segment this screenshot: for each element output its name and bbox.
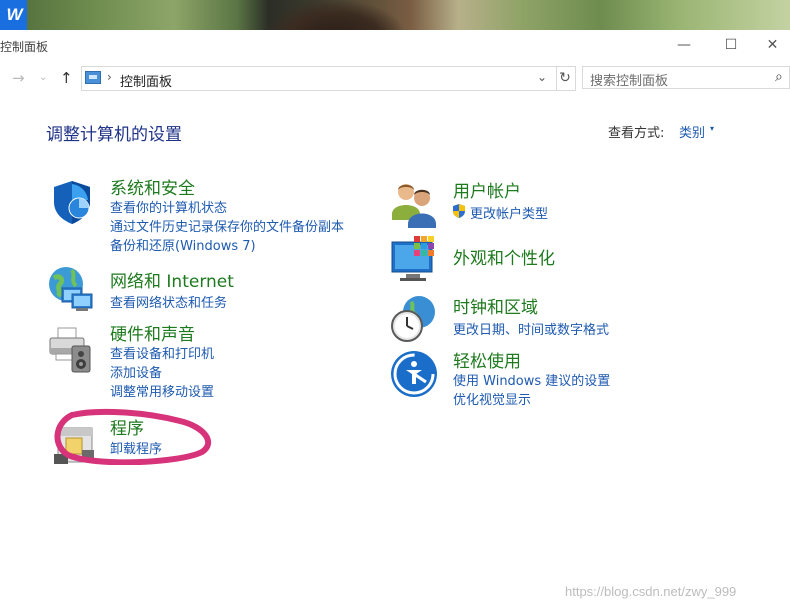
category-title-user-accounts[interactable]: 用户帐户 (453, 177, 521, 202)
link-optimize-visual-display[interactable]: 优化视觉显示 (453, 389, 531, 408)
address-bar[interactable]: › 控制面板 ⌄ (81, 66, 557, 91)
ease-of-access-icon[interactable] (390, 350, 438, 398)
screen: W 控制面板 — ☐ ✕ → ⌄ ↑ › 控制面板 ⌄ ↻ 搜索控制面板 ⌕ 调… (0, 0, 790, 609)
link-change-date-time-format[interactable]: 更改日期、时间或数字格式 (453, 319, 609, 338)
close-button[interactable]: ✕ (755, 30, 790, 61)
search-placeholder: 搜索控制面板 (590, 74, 669, 89)
category-title-system-security[interactable]: 系统和安全 (110, 174, 195, 199)
link-devices-printers[interactable]: 查看设备和打印机 (110, 343, 214, 362)
link-mobility-settings[interactable]: 调整常用移动设置 (110, 381, 214, 400)
link-network-status[interactable]: 查看网络状态和任务 (110, 292, 227, 311)
search-icon[interactable]: ⌕ (775, 69, 783, 85)
link-windows-recommended-settings[interactable]: 使用 Windows 建议的设置 (453, 370, 610, 389)
printer-speaker-icon[interactable] (48, 326, 96, 374)
search-input[interactable]: 搜索控制面板 ⌕ (582, 66, 790, 89)
link-file-history-backup[interactable]: 通过文件历史记录保存你的文件备份副本 (110, 216, 344, 235)
forward-arrow-icon[interactable]: → (12, 69, 25, 87)
control-panel-icon (85, 71, 101, 84)
breadcrumb-control-panel[interactable]: 控制面板 (120, 71, 172, 90)
watermark: https://blog.csdn.net/zwy_999 (565, 584, 737, 599)
category-title-hardware-sound[interactable]: 硬件和声音 (110, 320, 195, 345)
wps-logo-icon[interactable]: W (0, 0, 27, 30)
address-dropdown-icon[interactable]: ⌄ (537, 70, 547, 84)
view-by-dropdown[interactable]: 类别 (679, 122, 705, 141)
link-view-computer-status[interactable]: 查看你的计算机状态 (110, 197, 227, 216)
category-title-ease-of-access[interactable]: 轻松使用 (453, 347, 521, 372)
up-arrow-icon[interactable]: ↑ (60, 69, 73, 87)
users-icon[interactable] (390, 180, 438, 228)
view-by-caret-icon[interactable]: ▾ (710, 124, 714, 133)
network-globe-icon[interactable] (46, 264, 94, 312)
refresh-button[interactable]: ↻ (555, 66, 576, 91)
clock-globe-icon[interactable] (389, 294, 437, 342)
view-by-label: 查看方式: (608, 126, 665, 141)
page-title: 调整计算机的设置 (46, 125, 182, 145)
recent-locations-icon[interactable]: ⌄ (39, 72, 47, 83)
monitor-palette-icon[interactable] (390, 234, 438, 282)
shield-icon[interactable] (48, 178, 96, 226)
uac-shield-icon (453, 204, 465, 218)
wallpaper-figure (265, 0, 405, 30)
link-change-account-type[interactable]: 更改帐户类型 (470, 203, 548, 222)
annotation-circle (54, 408, 211, 465)
link-backup-restore[interactable]: 备份和还原(Windows 7) (110, 235, 256, 254)
breadcrumb-separator-icon[interactable]: › (107, 70, 112, 84)
link-add-device[interactable]: 添加设备 (110, 362, 162, 381)
minimize-button[interactable]: — (661, 30, 707, 61)
navigation-bar: → ⌄ ↑ › 控制面板 ⌄ ↻ 搜索控制面板 ⌕ (0, 61, 790, 95)
category-title-appearance[interactable]: 外观和个性化 (453, 244, 555, 269)
category-title-network-internet[interactable]: 网络和 Internet (110, 267, 234, 292)
category-title-clock-region[interactable]: 时钟和区域 (453, 293, 538, 318)
title-bar: 控制面板 — ☐ ✕ (0, 30, 790, 61)
desktop-wallpaper: W (0, 0, 790, 30)
window-title: 控制面板 (0, 40, 49, 54)
maximize-button[interactable]: ☐ (708, 30, 754, 61)
